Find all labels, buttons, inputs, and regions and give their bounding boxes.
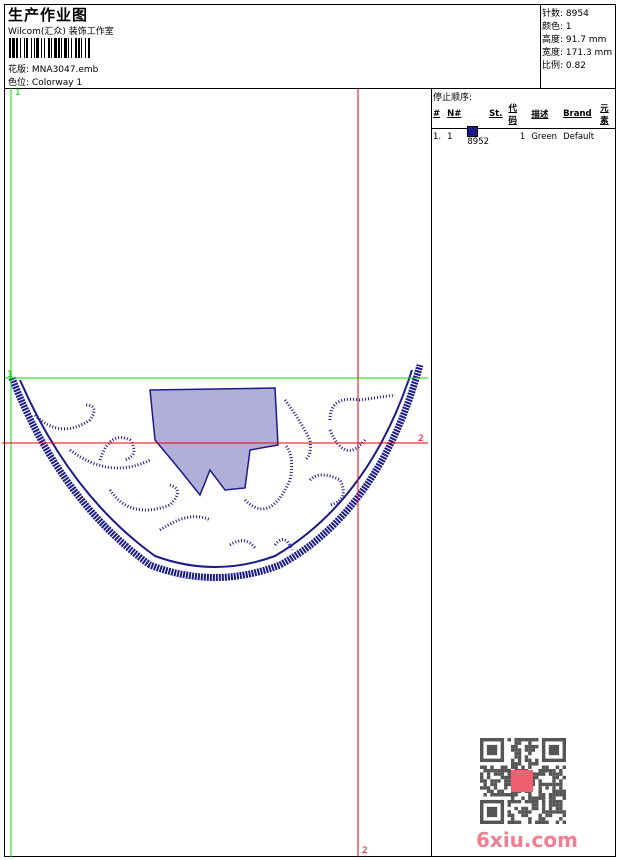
swirl [308,473,345,507]
stat-scale: 比例: 0.82 [542,61,586,71]
swirl [273,538,294,551]
stat-width: 宽度: 171.3 mm [542,48,613,58]
watermark-logo: 6xiu.com [476,828,578,852]
table-row[interactable]: 1. 1 8952 1 Green Default [430,126,620,147]
col-n: N# [447,109,462,119]
col-element: 元素 [600,104,609,126]
swirl [243,443,294,511]
row-code: 1 [519,131,526,142]
col-stitches: St. [489,109,503,119]
red-marker-bottom: 2 [362,846,368,856]
swirl [108,483,179,512]
green-marker-top: 1 [15,88,21,98]
row-index: 1. [433,131,442,142]
col-brand: Brand [563,109,592,119]
embroidery-design [8,364,424,581]
swirl [328,429,367,452]
swirl [69,448,151,470]
color-swatch [467,126,479,137]
red-marker-right: 2 [418,434,424,444]
row-element [597,126,620,147]
col-index: # [433,109,441,119]
col-description: 描述 [531,110,549,120]
stat-height: 高度: 91.7 mm [542,35,607,45]
swirl [328,393,396,421]
stats-divider [540,4,541,88]
row-stitches: 8952 [464,126,505,147]
swirl [283,399,312,462]
stop-sequence-table: # N# St. 代码 描述 Brand 元素 1. 1 8952 1 Gree… [430,102,620,147]
row-description: Green [531,131,558,142]
swirl [229,539,257,549]
design-canvas [2,88,428,857]
swirl [98,436,136,462]
green-marker-left: 1 [7,370,13,380]
stat-colors: 颜色: 1 [542,22,572,32]
swirl [159,515,211,532]
col-code: 代码 [508,104,517,126]
seal-stamp [511,770,533,792]
swirl [33,403,96,431]
table-header: # N# St. 代码 描述 Brand 元素 [430,102,620,126]
stat-stitches: 针数: 8954 [542,9,589,19]
flower-fan [149,387,279,497]
row-brand: Default [563,131,595,142]
row-n: 1 [447,131,453,142]
